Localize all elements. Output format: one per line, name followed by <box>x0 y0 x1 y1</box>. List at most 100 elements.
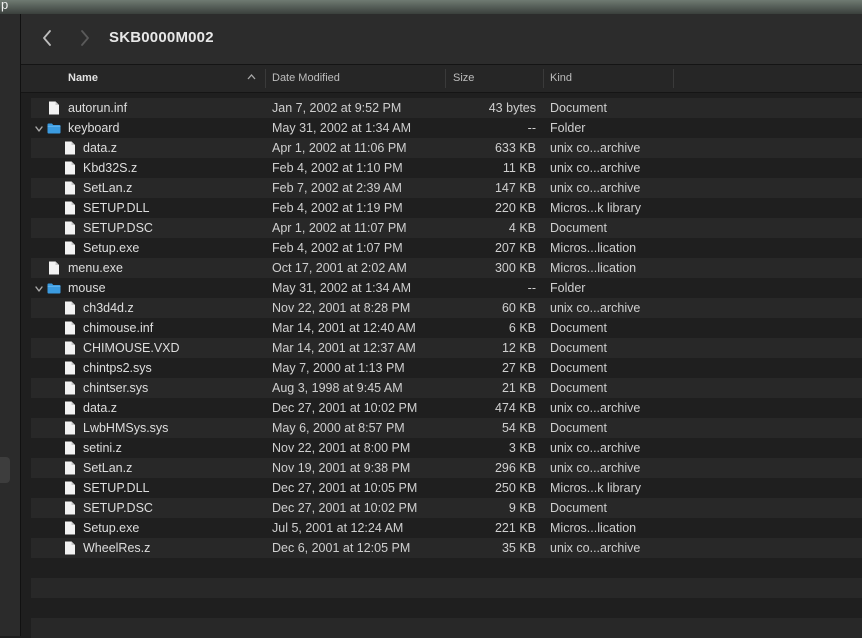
row-size: 296 KB <box>494 461 536 475</box>
row-kind: unix co...archive <box>550 401 641 415</box>
file-row[interactable]: LwbHMSys.sys May 6, 2000 at 8:57 PM 54 KB D… <box>31 418 862 438</box>
row-date: Nov 22, 2001 at 8:28 PM <box>272 301 411 315</box>
row-kind: Micros...k library <box>550 481 641 495</box>
file-row[interactable]: SETUP.DLL Feb 4, 2002 at 1:19 PM 220 KB Mic… <box>31 198 862 218</box>
row-date: Dec 27, 2001 at 10:02 PM <box>272 501 418 515</box>
file-row[interactable]: SetLan.z Nov 19, 2001 at 9:38 PM 296 KB uni… <box>31 458 862 478</box>
column-kind-header[interactable]: Kind <box>550 72 572 84</box>
row-kind: unix co...archive <box>550 141 641 155</box>
column-header: Name Date Modified Size Kind <box>21 65 862 93</box>
document-icon <box>48 101 60 115</box>
row-size: 4 KB <box>508 221 536 235</box>
row-date: Dec 27, 2001 at 10:05 PM <box>272 481 418 495</box>
row-name: Setup.exe <box>83 241 140 255</box>
row-date: Nov 19, 2001 at 9:38 PM <box>272 461 411 475</box>
row-date: May 31, 2002 at 1:34 AM <box>272 121 411 135</box>
row-kind: Document <box>550 501 607 515</box>
row-size: 3 KB <box>508 441 536 455</box>
chevron-up-icon[interactable] <box>247 73 256 80</box>
row-kind: Micros...lication <box>550 241 637 255</box>
sidebar-handle[interactable] <box>0 457 10 483</box>
row-kind: unix co...archive <box>550 461 641 475</box>
chevron-right-icon <box>81 30 89 46</box>
row-date: Mar 14, 2001 at 12:40 AM <box>272 321 416 335</box>
file-row[interactable]: WheelRes.z Dec 6, 2001 at 12:05 PM 35 KB un… <box>31 538 862 558</box>
toolbar: SKB0000M002 <box>21 14 862 65</box>
column-divider[interactable] <box>445 69 446 88</box>
row-name: menu.exe <box>68 261 123 275</box>
row-name: chintps2.sys <box>83 361 152 375</box>
chevron-down-icon[interactable] <box>34 123 44 133</box>
file-row[interactable]: autorun.inf Jan 7, 2002 at 9:52 PM 43 byte… <box>31 98 862 118</box>
document-icon <box>64 341 76 355</box>
row-kind: Document <box>550 101 607 115</box>
row-size: 250 KB <box>494 481 536 495</box>
row-date: Aug 3, 1998 at 9:45 AM <box>272 381 403 395</box>
document-icon <box>64 301 76 315</box>
row-name: SETUP.DLL <box>83 481 150 495</box>
document-icon <box>64 501 76 515</box>
file-row[interactable]: SETUP.DSC Apr 1, 2002 at 11:07 PM 4 KB Docu… <box>31 218 862 238</box>
row-date: Dec 27, 2001 at 10:02 PM <box>272 401 418 415</box>
file-row[interactable]: Setup.exe Jul 5, 2001 at 12:24 AM 221 KB Mi… <box>31 518 862 538</box>
row-size: 12 KB <box>501 341 536 355</box>
row-name: autorun.inf <box>68 101 128 115</box>
row-name: chintser.sys <box>83 381 149 395</box>
column-name-header[interactable]: Name <box>68 72 98 84</box>
file-row[interactable]: menu.exe Oct 17, 2001 at 2:02 AM 300 KB Mic… <box>31 258 862 278</box>
column-divider[interactable] <box>265 69 266 88</box>
folder-row[interactable]: keyboard May 31, 2002 at 1:34 AM -- Folder <box>31 118 862 138</box>
row-date: Apr 1, 2002 at 11:06 PM <box>272 141 407 155</box>
app-menu-letter[interactable]: p <box>1 0 8 12</box>
file-row[interactable]: data.z Dec 27, 2001 at 10:02 PM 474 KB unix… <box>31 398 862 418</box>
row-date: Oct 17, 2001 at 2:02 AM <box>272 261 407 275</box>
document-icon <box>64 401 76 415</box>
file-row[interactable]: SetLan.z Feb 7, 2002 at 2:39 AM 147 KB unix… <box>31 178 862 198</box>
chevron-down-icon[interactable] <box>34 283 44 293</box>
row-kind: Document <box>550 321 607 335</box>
document-icon <box>64 441 76 455</box>
row-name: Setup.exe <box>83 521 140 535</box>
back-button[interactable] <box>37 27 57 49</box>
document-icon <box>64 541 76 555</box>
row-name: keyboard <box>68 121 120 135</box>
row-size: 300 KB <box>494 261 536 275</box>
file-row[interactable]: SETUP.DLL Dec 27, 2001 at 10:05 PM 250 KB M… <box>31 478 862 498</box>
row-name: data.z <box>83 401 118 415</box>
window-title: SKB0000M002 <box>109 29 214 46</box>
file-row[interactable]: SETUP.DSC Dec 27, 2001 at 10:02 PM 9 KB Doc… <box>31 498 862 518</box>
column-date-header[interactable]: Date Modified <box>272 72 340 84</box>
row-kind: Document <box>550 381 607 395</box>
row-date: Feb 4, 2002 at 1:07 PM <box>272 241 403 255</box>
column-divider[interactable] <box>673 69 674 88</box>
file-row[interactable]: chintser.sys Aug 3, 1998 at 9:45 AM 21 KB D… <box>31 378 862 398</box>
row-name: setini.z <box>83 441 122 455</box>
row-size: 27 KB <box>501 361 536 375</box>
column-size-header[interactable]: Size <box>453 72 474 84</box>
file-row[interactable]: data.z Apr 1, 2002 at 11:06 PM 633 KB unix … <box>31 138 862 158</box>
row-kind: unix co...archive <box>550 301 641 315</box>
row-size: 9 KB <box>508 501 536 515</box>
forward-button[interactable] <box>75 27 95 49</box>
row-kind: unix co...archive <box>550 541 641 555</box>
file-row[interactable]: chimouse.inf Mar 14, 2001 at 12:40 AM 6 KB… <box>31 318 862 338</box>
row-date: Feb 4, 2002 at 1:19 PM <box>272 201 403 215</box>
file-row[interactable]: ch3d4d.z Nov 22, 2001 at 8:28 PM 60 KB unix… <box>31 298 862 318</box>
empty-row <box>31 618 862 638</box>
file-row[interactable]: CHIMOUSE.VXD Mar 14, 2001 at 12:37 AM 12 K… <box>31 338 862 358</box>
row-date: May 6, 2000 at 8:57 PM <box>272 421 405 435</box>
file-row[interactable]: chintps2.sys May 7, 2000 at 1:13 PM 27 KB D… <box>31 358 862 378</box>
folder-icon <box>47 283 61 297</box>
document-icon <box>64 221 76 235</box>
column-divider[interactable] <box>543 69 544 88</box>
document-icon <box>64 361 76 375</box>
finder-window: SKB0000M002 Name Date Modified Size Kind… <box>21 14 862 638</box>
file-row[interactable]: Setup.exe Feb 4, 2002 at 1:07 PM 207 KB Mic… <box>31 238 862 258</box>
file-row[interactable]: setini.z Nov 22, 2001 at 8:00 PM 3 KB unix … <box>31 438 862 458</box>
empty-row <box>31 598 862 618</box>
folder-row[interactable]: mouse May 31, 2002 at 1:34 AM -- Folder <box>31 278 862 298</box>
document-icon <box>64 381 76 395</box>
row-size: 220 KB <box>494 201 536 215</box>
file-row[interactable]: Kbd32S.z Feb 4, 2002 at 1:10 PM 11 KB unix … <box>31 158 862 178</box>
document-icon <box>64 481 76 495</box>
